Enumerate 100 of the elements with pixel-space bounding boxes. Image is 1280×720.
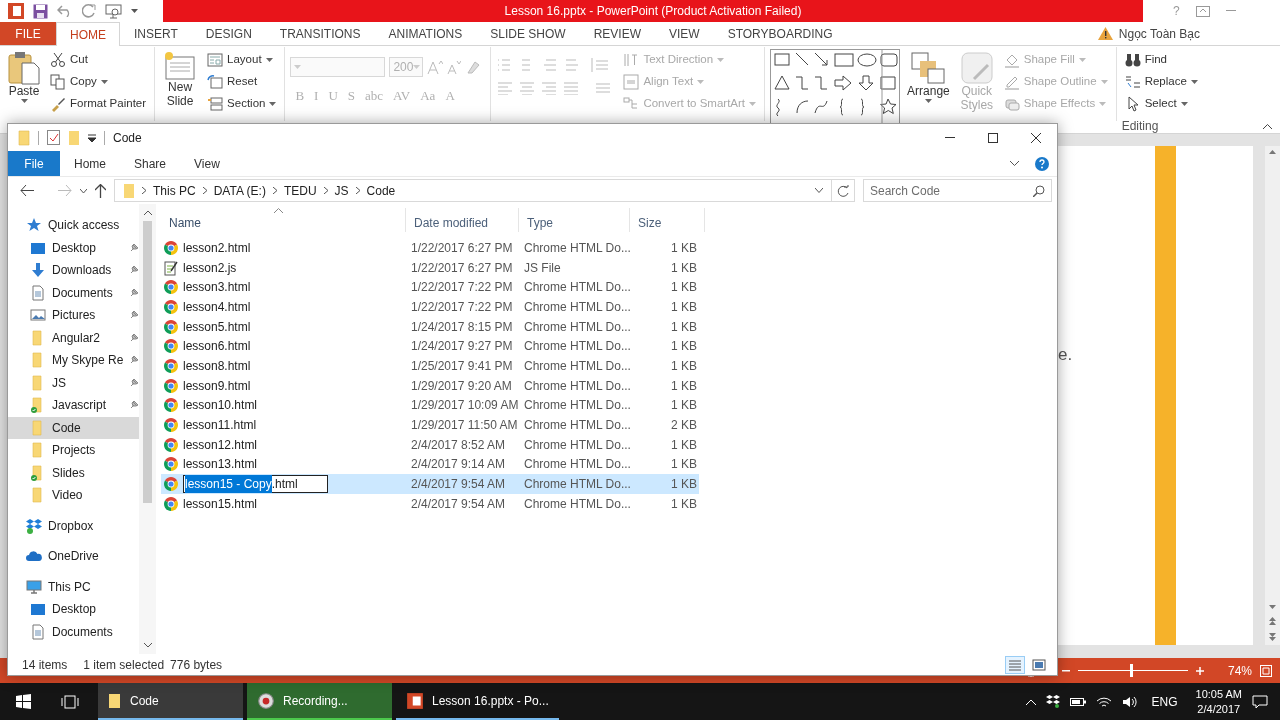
column-header[interactable]: Date modified [406,208,519,232]
ribbon-tab[interactable]: STORYBOARDING [713,22,847,45]
nav-item[interactable]: Pictures [8,304,139,327]
command-button[interactable]: Find [1121,49,1201,70]
save-icon[interactable] [33,3,48,19]
file-row[interactable]: lesson15.html 2/4/2017 9:54 AM Chrome HTML Do... 1 KB [161,493,699,514]
nav-item[interactable]: Projects [8,439,139,462]
command-button[interactable]: Format Painter [47,93,150,114]
command-button[interactable]: Reset [204,71,280,92]
battery-icon[interactable] [1069,696,1086,707]
ribbon-tab[interactable]: Share [120,151,181,176]
display-options-icon[interactable] [1195,5,1210,17]
next-slide-icon[interactable] [1269,633,1276,641]
file-row[interactable]: lesson2.js 1/22/2017 6:27 PM JS File 1 KB [161,257,699,278]
file-row[interactable]: lesson11.html 1/29/2017 11:50 AM Chrome HTML Do... 2 KB [161,415,699,435]
expand-ribbon-icon[interactable] [1010,161,1019,166]
nav-item[interactable]: Code [8,416,139,439]
file-row[interactable]: lesson3.html 1/22/2017 7:22 PM Chrome HTML Do... 1 KB [161,277,699,298]
ribbon-tab[interactable]: SLIDE SHOW [476,22,580,45]
address-history-icon[interactable] [815,188,823,193]
help-icon[interactable] [1035,156,1049,171]
scroll-thumb[interactable] [143,221,152,503]
clock[interactable]: 10:05 AM 2/4/2017 [1195,687,1242,716]
zoom-in-icon[interactable] [1195,666,1204,675]
input-language[interactable]: ENG [1151,692,1178,711]
file-row[interactable]: lesson5.html 1/24/2017 8:15 PM Chrome HTML Do... 1 KB [161,316,699,337]
nav-item[interactable]: Quick access [8,214,139,237]
paste-button[interactable]: Paste [5,49,43,105]
ribbon-tab[interactable]: VIEW [654,22,714,45]
ribbon-tab[interactable]: FILE [0,22,56,45]
properties-icon[interactable] [47,130,60,145]
scrollbar[interactable] [1265,146,1280,645]
box-icon[interactable] [1045,695,1060,708]
file-row[interactable]: lesson12.html 2/4/2017 8:52 AM Chrome HTML Do... 1 KB [161,434,699,455]
ribbon-tab[interactable]: HOME [56,22,120,46]
nav-item[interactable]: Javascript [8,394,139,417]
volume-icon[interactable] [1121,695,1138,708]
customize-icon[interactable] [88,133,96,142]
nav-item[interactable]: JS [8,371,139,394]
slideshow-icon[interactable] [105,3,122,19]
ribbon-tab[interactable]: ANIMATIONS [374,22,477,45]
file-row[interactable]: lesson10.html 1/29/2017 10:09 AM Chrome HTML Do... 1 KB [161,395,699,416]
command-button[interactable]: Layout [204,49,280,70]
nav-item[interactable]: Documents [8,281,139,304]
command-button[interactable]: Select [1121,93,1201,114]
ribbon-tab[interactable]: TRANSITIONS [265,22,375,45]
wifi-icon[interactable] [1095,695,1112,708]
file-row[interactable]: lesson8.html 1/25/2017 9:41 PM Chrome HTML Do... 1 KB [161,356,699,376]
zoom-thumb[interactable] [1129,664,1133,677]
command-button[interactable]: Cut [47,49,150,70]
search-field[interactable]: Search Code [863,179,1052,202]
nav-item[interactable]: My Skype Re [8,349,139,372]
account-button[interactable]: Ngọc Toàn Bạc [1097,22,1280,45]
ribbon-tab[interactable]: File [8,151,60,176]
column-header[interactable]: Type [519,208,630,232]
file-row[interactable]: lesson4.html 1/22/2017 7:22 PM Chrome HTML Do... 1 KB [161,297,699,317]
command-button[interactable]: Section [204,93,280,114]
scrollbar[interactable] [139,204,156,654]
breadcrumb[interactable]: This PC [153,181,196,200]
file-row[interactable]: lesson13.html 2/4/2017 9:14 AM Chrome HTML Do... 1 KB [161,454,699,475]
notifications-icon[interactable] [1252,694,1268,709]
breadcrumb[interactable]: TEDU [283,181,317,200]
zoom-level[interactable]: 74% [1227,661,1252,680]
zoom-out-icon[interactable] [1061,669,1070,672]
file-row[interactable]: lesson9.html 1/29/2017 9:20 AM Chrome HTML Do... 1 KB [161,375,699,396]
minimize-icon[interactable] [1225,10,1236,12]
address-bar[interactable]: This PC DATA (E:) TEDU JS Code [114,179,832,202]
redo-icon[interactable] [82,4,96,18]
column-header[interactable]: Size [630,208,705,232]
taskbar-button[interactable]: Lesson 16.pptx - Po... [396,683,559,720]
nav-item[interactable]: Desktop [8,236,139,259]
command-button[interactable]: Copy [47,71,150,92]
font-name-field[interactable] [290,57,386,77]
previous-slide-icon[interactable] [1269,617,1276,625]
refresh-button[interactable] [832,179,855,202]
nav-item[interactable]: OneDrive [8,545,139,568]
nav-item[interactable]: Downloads [8,259,139,282]
recent-locations-icon[interactable] [80,188,87,193]
breadcrumb[interactable]: DATA (E:) [213,181,266,200]
fit-slide-icon[interactable] [1260,664,1272,677]
nav-item[interactable]: Desktop [8,598,139,621]
breadcrumb[interactable]: Code [366,181,396,200]
ribbon-tab[interactable]: View [180,151,234,176]
nav-item[interactable]: Documents [8,620,139,643]
taskbar-button[interactable]: Recording... [247,683,392,720]
command-button[interactable]: Replace [1121,71,1201,92]
ribbon-tab[interactable]: DESIGN [191,22,266,45]
collapse-ribbon-icon[interactable] [1263,124,1272,129]
column-header[interactable]: Name [161,208,406,232]
ribbon-tab[interactable]: INSERT [120,22,192,45]
file-row[interactable]: lesson2.html 1/22/2017 6:27 PM Chrome HTML Do... 1 KB [161,238,699,258]
nav-item[interactable]: Dropbox [8,514,139,537]
file-row[interactable]: lesson6.html 1/24/2017 9:27 PM Chrome HTML Do... 1 KB [161,336,699,357]
taskbar-button[interactable]: Code [98,683,243,720]
nav-item[interactable]: Angular2 [8,326,139,349]
view-button[interactable] [1005,655,1025,674]
arrange-button[interactable]: Arrange [904,49,953,105]
back-icon[interactable] [20,185,34,196]
nav-item[interactable]: This PC [8,575,139,598]
ribbon-tab[interactable]: Home [60,151,120,176]
